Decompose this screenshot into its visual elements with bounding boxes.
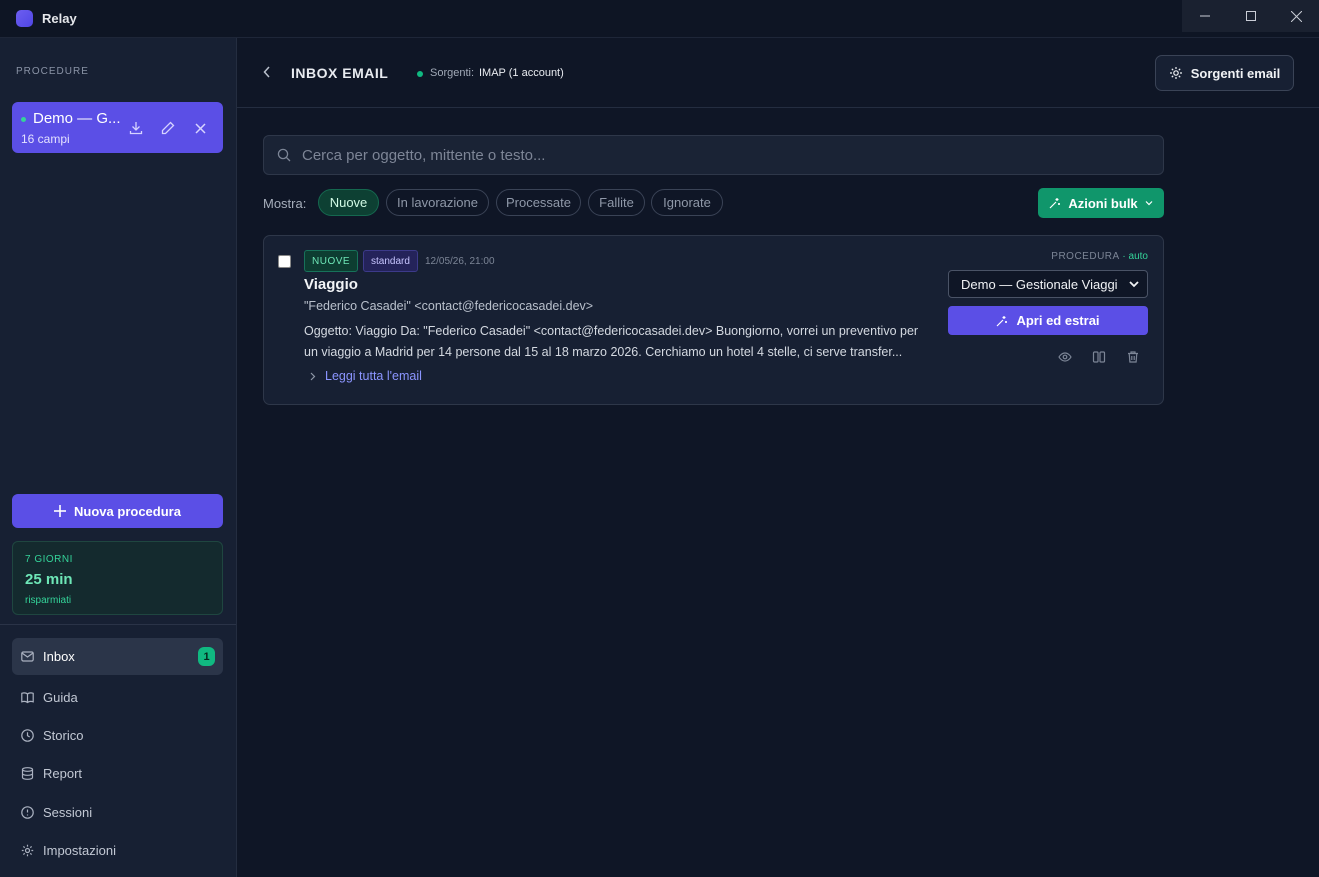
filter-chip-fallite[interactable]: Fallite bbox=[588, 189, 645, 216]
sparkle-icon bbox=[1049, 198, 1061, 209]
main-content: INBOX EMAIL Sorgenti: IMAP (1 account) S… bbox=[237, 38, 1319, 877]
sidebar: PROCEDURE Demo — G... 16 campi Nuova pro… bbox=[0, 38, 237, 877]
database-icon bbox=[21, 767, 34, 780]
procedure-status-dot bbox=[21, 117, 26, 122]
procedure-label-text: PROCEDURA bbox=[1051, 251, 1120, 262]
maximize-icon bbox=[1246, 11, 1256, 21]
maximize-button[interactable] bbox=[1228, 0, 1274, 32]
minimize-icon bbox=[1200, 15, 1210, 17]
read-full-email-link[interactable]: Leggi tutta l'email bbox=[310, 369, 422, 383]
page-header: INBOX EMAIL Sorgenti: IMAP (1 account) S… bbox=[237, 38, 1319, 108]
compass-icon bbox=[21, 806, 34, 819]
sidebar-item-storico[interactable]: Storico bbox=[12, 717, 223, 754]
chevron-down-icon bbox=[1129, 281, 1139, 288]
sidebar-item-impostazioni[interactable]: Impostazioni bbox=[12, 832, 223, 869]
chevron-down-icon bbox=[1145, 201, 1153, 206]
gear-icon bbox=[1169, 67, 1182, 79]
title-bar: Relay bbox=[0, 0, 1319, 38]
read-full-email-label: Leggi tutta l'email bbox=[325, 369, 422, 383]
filter-label: Mostra: bbox=[263, 196, 307, 211]
savings-stats-card: 7 GIORNI 25 min risparmiati bbox=[12, 541, 223, 615]
sidebar-item-report[interactable]: Report bbox=[12, 755, 223, 792]
filter-chip-ignorate[interactable]: Ignorate bbox=[651, 189, 723, 216]
search-input[interactable] bbox=[302, 136, 1152, 174]
sources-status-dot bbox=[417, 71, 423, 77]
pencil-icon bbox=[161, 121, 175, 135]
email-select-checkbox[interactable] bbox=[278, 255, 291, 268]
search-icon bbox=[277, 148, 291, 167]
sidebar-item-label: Storico bbox=[43, 728, 84, 743]
sidebar-item-sessioni[interactable]: Sessioni bbox=[12, 794, 223, 831]
status-badge: NUOVE bbox=[304, 250, 359, 272]
close-icon bbox=[194, 122, 206, 134]
filter-chip-nuove[interactable]: Nuove bbox=[318, 189, 379, 216]
book-icon bbox=[21, 691, 34, 704]
procedure-mode: · auto bbox=[1122, 251, 1148, 262]
mail-icon bbox=[21, 650, 34, 663]
chevron-right-icon bbox=[310, 372, 316, 380]
email-sender: "Federico Casadei" <contact@federicocasa… bbox=[304, 299, 594, 313]
close-procedure-button[interactable] bbox=[191, 119, 209, 137]
bulk-actions-label: Azioni bulk bbox=[1068, 195, 1138, 211]
sources-value: IMAP (1 account) bbox=[479, 67, 564, 79]
procedure-label: PROCEDURA · auto bbox=[1051, 251, 1148, 262]
inbox-count-badge: 1 bbox=[198, 647, 215, 666]
clock-icon bbox=[21, 729, 34, 742]
close-icon bbox=[1290, 10, 1302, 22]
minimize-button[interactable] bbox=[1182, 0, 1228, 32]
sidebar-item-inbox[interactable]: Inbox 1 bbox=[12, 638, 223, 675]
edit-procedure-button[interactable] bbox=[159, 119, 177, 137]
stats-caption: risparmiati bbox=[25, 595, 72, 606]
eye-icon bbox=[1058, 352, 1072, 362]
chevron-left-icon bbox=[263, 66, 270, 78]
bulk-actions-button[interactable]: Azioni bulk bbox=[1038, 188, 1164, 218]
sparkle-icon bbox=[997, 315, 1008, 326]
trash-icon bbox=[1128, 351, 1138, 363]
app-logo-icon bbox=[16, 10, 33, 27]
new-procedure-button[interactable]: Nuova procedura bbox=[12, 494, 223, 528]
sources-label: Sorgenti: bbox=[430, 67, 475, 79]
download-icon bbox=[129, 122, 143, 135]
columns-icon bbox=[1092, 351, 1106, 363]
email-subject: Viaggio bbox=[304, 276, 358, 293]
procedure-select-value: Demo — Gestionale Viaggi bbox=[961, 276, 1118, 292]
open-and-extract-label: Apri ed estrai bbox=[1016, 313, 1100, 328]
new-procedure-label: Nuova procedura bbox=[74, 503, 181, 519]
sidebar-divider bbox=[0, 624, 236, 625]
type-badge: standard bbox=[363, 250, 418, 272]
close-window-button[interactable] bbox=[1273, 0, 1319, 32]
sidebar-item-guida[interactable]: Guida bbox=[12, 679, 223, 716]
email-date: 12/05/26, 21:00 bbox=[425, 256, 495, 267]
page-title: INBOX EMAIL bbox=[291, 65, 389, 81]
stats-value: 25 min bbox=[25, 571, 73, 588]
procedures-section-label: PROCEDURE bbox=[16, 66, 89, 77]
email-sources-label: Sorgenti email bbox=[1190, 65, 1281, 81]
sidebar-item-label: Sessioni bbox=[43, 805, 93, 820]
sidebar-item-label: Impostazioni bbox=[43, 843, 116, 858]
open-and-extract-button[interactable]: Apri ed estrai bbox=[948, 306, 1148, 335]
sidebar-item-label: Report bbox=[43, 766, 83, 781]
back-button[interactable] bbox=[263, 65, 277, 79]
sidebar-item-label: Guida bbox=[43, 690, 78, 705]
stats-period: 7 GIORNI bbox=[25, 554, 73, 565]
procedure-select[interactable]: Demo — Gestionale Viaggi bbox=[948, 270, 1148, 298]
filter-chip-processate[interactable]: Processate bbox=[496, 189, 581, 216]
plus-icon bbox=[54, 505, 67, 517]
sidebar-item-label: Inbox bbox=[43, 649, 75, 664]
preview-email-button[interactable] bbox=[1057, 349, 1073, 365]
email-card[interactable]: NUOVE standard 12/05/26, 21:00 Viaggio "… bbox=[263, 235, 1164, 405]
app-name: Relay bbox=[42, 11, 77, 26]
filter-chip-in-lavorazione[interactable]: In lavorazione bbox=[386, 189, 489, 216]
gear-icon bbox=[21, 844, 34, 857]
email-sources-button[interactable]: Sorgenti email bbox=[1155, 55, 1294, 91]
procedure-field-count: 16 campi bbox=[21, 132, 70, 146]
download-procedure-button[interactable] bbox=[127, 119, 145, 137]
delete-email-button[interactable] bbox=[1125, 349, 1141, 365]
procedure-card[interactable]: Demo — G... 16 campi bbox=[12, 102, 223, 153]
procedure-name: Demo — G... bbox=[33, 110, 121, 127]
compare-button[interactable] bbox=[1091, 349, 1107, 365]
email-preview: Oggetto: Viaggio Da: "Federico Casadei" … bbox=[304, 324, 919, 359]
search-bar bbox=[263, 135, 1164, 175]
